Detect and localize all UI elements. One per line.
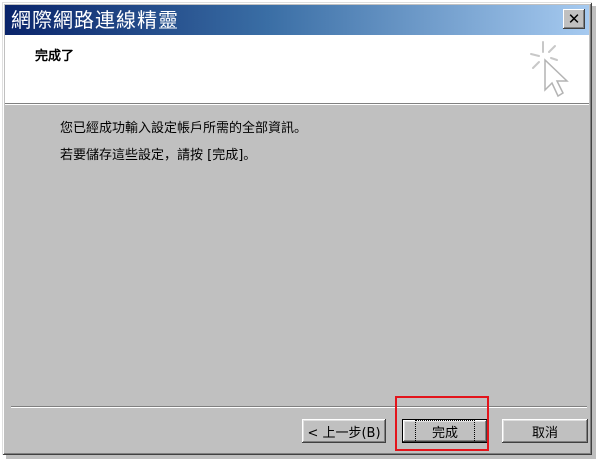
close-button[interactable]: ✕: [563, 9, 585, 29]
cancel-button[interactable]: 取消: [502, 419, 588, 443]
window-title: 網際網路連線精靈: [11, 8, 179, 32]
wizard-header: 完成了: [5, 35, 589, 104]
cancel-button-label: 取消: [531, 425, 558, 441]
close-icon: ✕: [567, 10, 581, 28]
back-button-label: < 上一步(B): [307, 425, 381, 441]
summary-text: 您已經成功輸入設定帳戶所需的全部資訊。: [60, 121, 308, 136]
wizard-dialog: 網際網路連線精靈 ✕ 完成了 您已經成功輸入設定帳戶所需的全部資訊。 若要儲存這…: [2, 2, 592, 455]
finish-button[interactable]: 完成: [402, 419, 488, 443]
page-title: 完成了: [35, 49, 75, 64]
title-bar[interactable]: 網際網路連線精靈 ✕: [5, 5, 589, 35]
wizard-sparkle-cursor-icon: [530, 41, 569, 98]
footer-separator: [11, 406, 587, 408]
finish-button-label: 完成: [414, 419, 475, 443]
instruction-text: 若要儲存這些設定，請按 [完成]。: [60, 148, 257, 163]
back-button[interactable]: < 上一步(B): [302, 419, 386, 443]
